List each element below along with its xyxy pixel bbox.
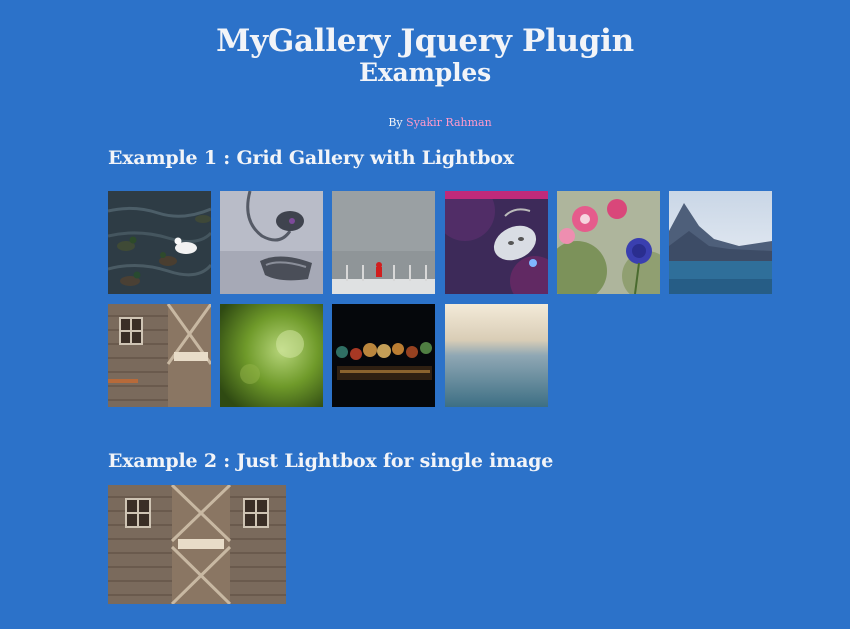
gallery-thumb-green-bokeh[interactable] (220, 304, 323, 407)
example1-heading: Example 1 : Grid Gallery with Lightbox (108, 147, 514, 169)
gallery-thumb-pendant[interactable] (445, 191, 548, 294)
page-title: MyGallery Jquery Plugin (216, 23, 634, 59)
gallery-thumb-night-lights[interactable] (332, 304, 435, 407)
byline: By Syakir Rahman (0, 116, 850, 129)
gallery-thumb-mountain-lake[interactable] (669, 191, 772, 294)
example2-heading: Example 2 : Just Lightbox for single ima… (108, 450, 554, 472)
gallery-thumb-flowers[interactable] (557, 191, 660, 294)
gallery-thumb-barn-door[interactable] (108, 304, 211, 407)
single-image-barn-door[interactable] (108, 485, 286, 604)
gallery-thumb-earrings[interactable] (220, 191, 323, 294)
gallery-thumb-blurred-sea[interactable] (445, 304, 548, 407)
gallery-thumb-pins[interactable] (332, 191, 435, 294)
byline-prefix: By (388, 116, 403, 129)
page-header: MyGallery Jquery Plugin Examples (0, 22, 850, 88)
page-subtitle: Examples (359, 58, 491, 87)
gallery-thumb-ducks[interactable] (108, 191, 211, 294)
author-link[interactable]: Syakir Rahman (406, 116, 492, 129)
